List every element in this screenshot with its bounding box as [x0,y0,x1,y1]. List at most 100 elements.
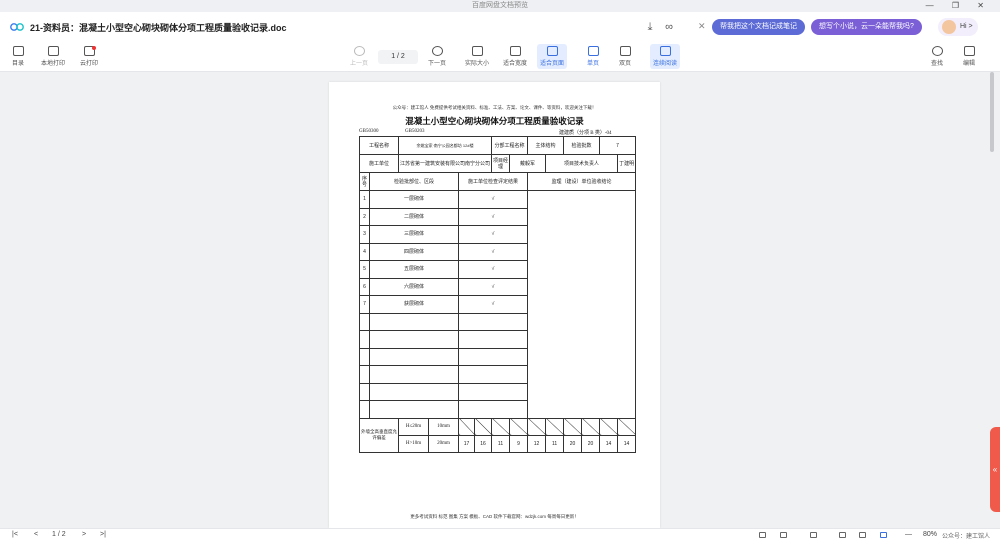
batch-count: 7 [599,136,637,155]
table-cell [368,347,460,366]
table-cell [368,330,460,349]
zoom-out-icon[interactable]: — [905,531,912,538]
vert-limit-2: 20mm [428,434,460,453]
ai-suggestion-novel[interactable]: 想写个小说，云一朵能帮我吗? [811,19,922,35]
table-cell [368,382,460,401]
next-page-icon[interactable]: > [82,531,86,538]
arrow-up-icon [353,46,365,56]
table-row-part: 二层砌体 [368,207,460,226]
table-row-part: 一层砌体 [368,190,460,209]
actual-size-icon [471,46,483,56]
close-icon[interactable]: ✕ [698,21,706,32]
table-row-part: 三层砌体 [368,225,460,244]
table-cell [368,312,460,331]
table-cell [368,400,460,419]
page-indicator[interactable]: 1 / 2 [378,50,418,64]
zoom-level[interactable]: 80% [923,531,937,538]
prev-page-button[interactable]: 上一页 [350,46,368,67]
single-view-icon[interactable] [759,532,766,538]
standard-left: GB50300 [359,129,379,134]
verticality-label: 外墙全高垂直度允许偏差 [358,417,400,453]
prev-page-icon[interactable]: < [34,531,38,538]
table-cell [458,400,529,419]
table-row-empty [359,382,370,401]
assistant-face-icon [942,20,956,34]
status-bar: |< < 1 / 2 > >| — 80% 公众号：建工馆人 [0,528,1000,541]
window-controls[interactable]: — ❐ ✕ [926,0,992,12]
table-row-result: √ [458,190,529,209]
deviation-value: 20 [581,434,601,453]
tech-lead-label: 项目技术负责人 [545,154,619,173]
table-row-result: √ [458,277,529,296]
download-icon[interactable]: ⤓ [643,20,657,34]
supervision-conclusion [527,190,637,419]
toc-icon [12,46,24,56]
table-row-empty [359,312,370,331]
col-no: 序号 [359,172,370,191]
tech-lead: 丁建明 [617,154,637,173]
fit-page-button[interactable]: 适合页面 [537,44,568,69]
table-row-no: 3 [359,225,370,244]
arrow-down-icon [431,46,443,56]
diagonal-cell [491,417,511,436]
table-cell [458,382,529,401]
share-icon[interactable]: ∞ [662,20,676,34]
first-page-icon[interactable]: |< [12,531,18,538]
col-supervision: 监理（建设）单位验收结论 [527,172,637,191]
diagonal-cell [545,417,565,436]
project-name-label: 工程名称 [358,136,400,155]
table-row-empty [359,365,370,384]
last-page-icon[interactable]: >| [100,531,106,538]
status-page-indicator[interactable]: 1 / 2 [52,531,66,538]
scroll-view-icon[interactable] [810,532,817,538]
table-row-result: √ [458,295,529,314]
side-panel-toggle[interactable]: « [990,427,1000,512]
diagonal-cell [563,417,583,436]
form-title: 混凝土小型空心砌块砌体分项工程质量验收记录 [405,117,584,127]
subsection-label: 分部工程名称 [491,136,529,155]
toc-button[interactable]: 目录 [12,46,24,67]
actual-size-button[interactable]: 实际大小 [465,46,489,67]
double-view-icon[interactable] [780,532,787,538]
edit-button[interactable]: 编辑 [963,46,975,67]
table-row-empty [359,347,370,366]
assistant-avatar[interactable]: Hi > [938,18,978,36]
diagonal-cell [474,417,493,436]
manager-label: 项目经理 [491,154,511,173]
fit-width-view-icon[interactable] [839,532,846,538]
continuous-view-icon[interactable] [880,532,887,538]
deviation-value: 14 [617,434,637,453]
document-canvas[interactable]: 公众号：建工馆人 免费提供考试相关资料、标准、工法、方案、论文、课件、等资料，欢… [0,72,1000,528]
table-row-no: 2 [359,207,370,226]
continuous-read-button[interactable]: 连续阅读 [650,44,681,69]
fit-width-button[interactable]: 适合宽度 [503,46,527,67]
title-bar: 21-资料员：混凝土小型空心砌块砌体分项工程质量验收记录.doc ⤓ ∞ ✕ 帮… [0,12,1000,42]
fit-page-view-icon[interactable] [859,532,866,538]
table-row-part: 六层砌体 [368,277,460,296]
fit-page-icon [546,46,558,56]
scroll-thumb[interactable] [990,72,994,152]
local-print-button[interactable]: 本地打印 [41,46,65,67]
ai-suggestion-notes[interactable]: 帮我把这个文档记成笔记 [712,19,805,35]
table-row-no: 4 [359,242,370,261]
printer-icon [47,46,59,56]
search-icon [931,46,943,56]
table-row-result: √ [458,225,529,244]
next-page-button[interactable]: 下一页 [428,46,446,67]
vert-cond-1: H≤20m [398,417,430,436]
contractor: 江苏省第一建筑安装有限公司南宁分公司 [398,154,493,173]
project-name: 余姚宝家·南宁公园名都坊 12#楼 [398,136,493,155]
table-row-empty [359,400,370,419]
search-button[interactable]: 查找 [931,46,943,67]
single-page-button[interactable]: 单页 [587,46,599,67]
app-name: 百度网盘文档预览 [472,2,528,9]
table-row-result: √ [458,242,529,261]
cloud-print-button[interactable]: 云打印 [80,46,98,67]
table-row-part: 五层砌体 [368,260,460,279]
deviation-value: 20 [563,434,583,453]
diagonal-cell [599,417,619,436]
col-result: 施工单位检查评定结果 [458,172,529,191]
cloud-printer-icon [83,46,96,56]
double-page-button[interactable]: 双页 [619,46,631,67]
deviation-value: 12 [527,434,547,453]
